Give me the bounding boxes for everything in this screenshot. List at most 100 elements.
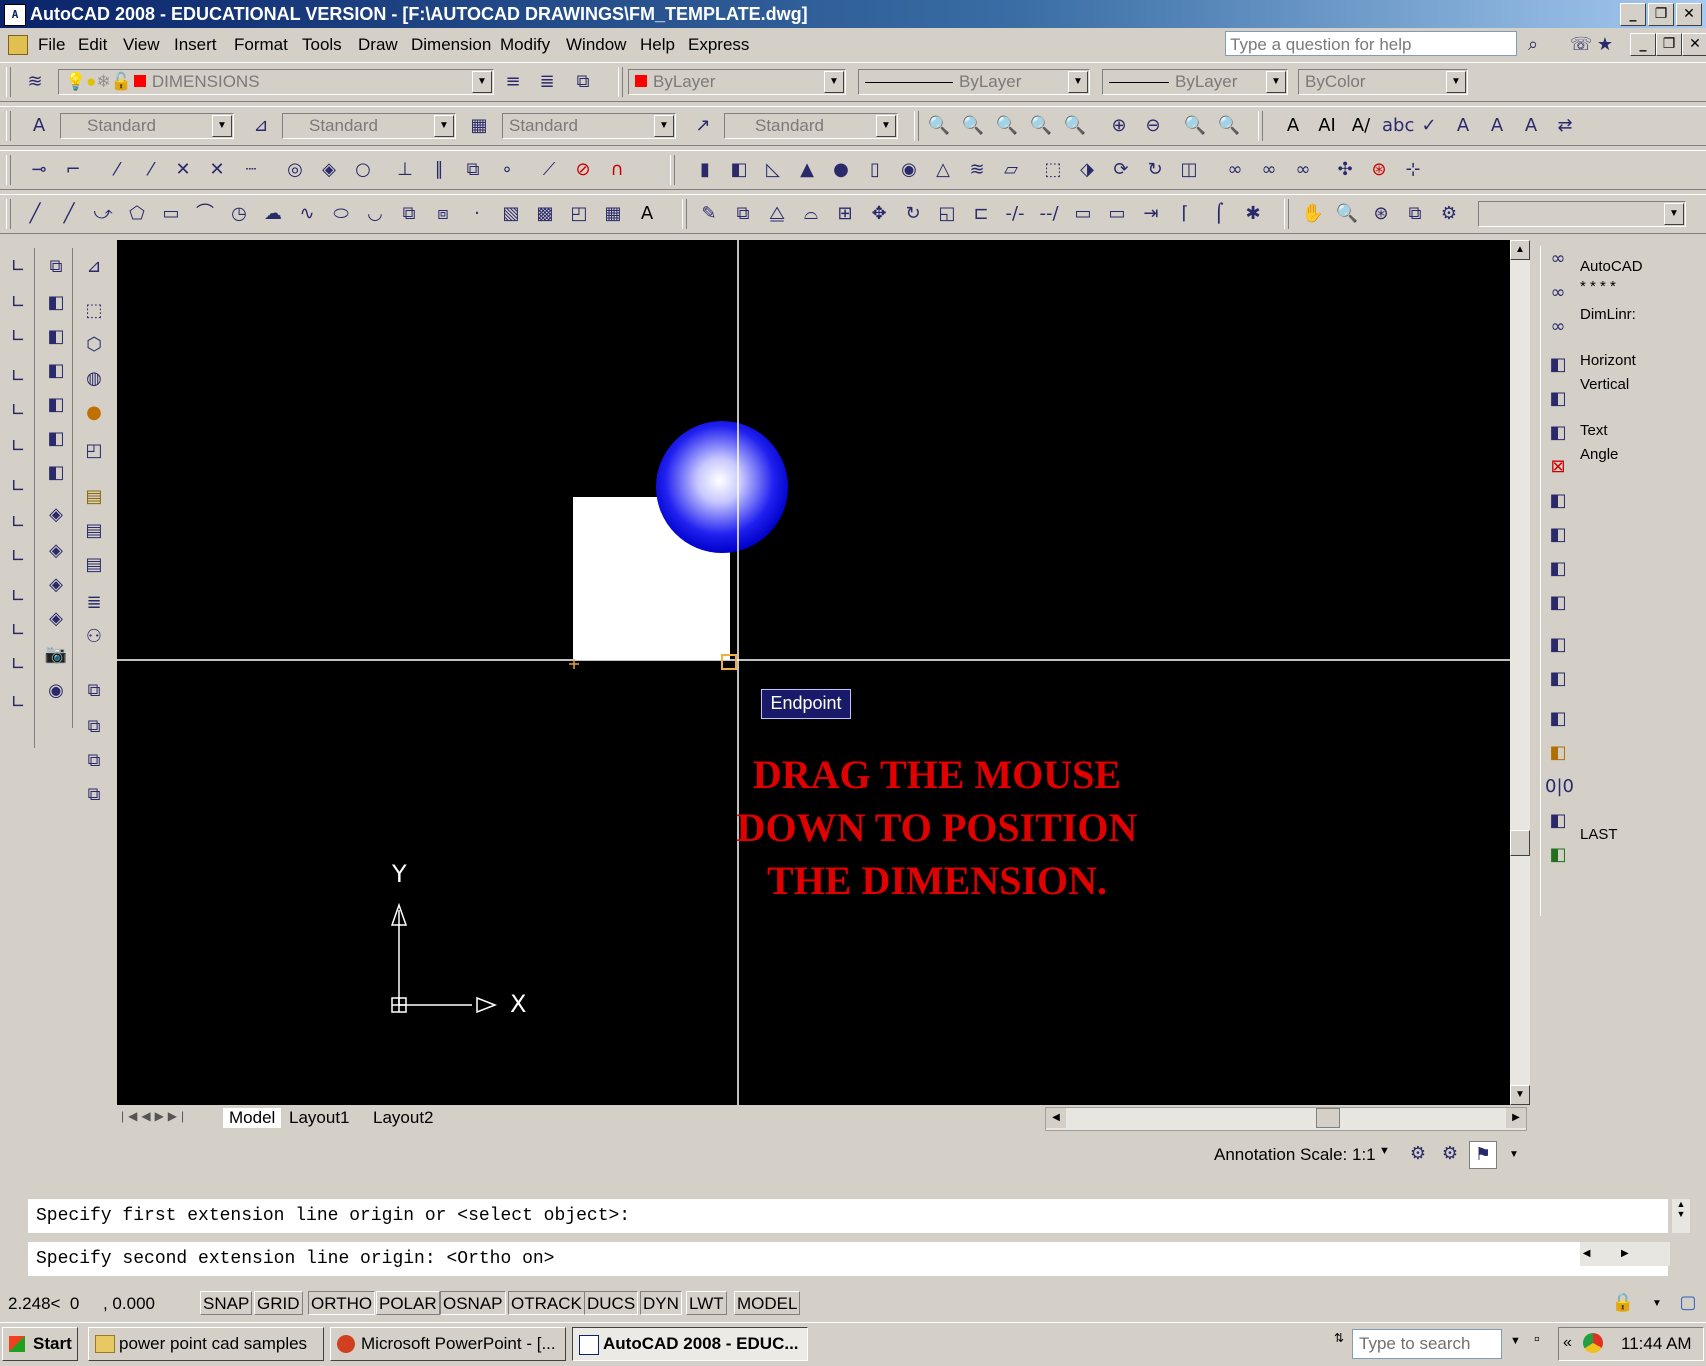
vertical-scrollbar[interactable]: ▲ ▼	[1510, 240, 1530, 1105]
find-replace-icon[interactable]: abc	[1382, 113, 1414, 139]
communication-icon[interactable]: ☏	[1568, 32, 1594, 58]
toolbar-arrows-icon[interactable]: ⇅	[1328, 1331, 1350, 1359]
chevron-down-icon[interactable]: ▼	[1664, 203, 1684, 225]
color-combo[interactable]: ByLayer ▼	[628, 69, 846, 95]
chrome-icon[interactable]	[1583, 1333, 1603, 1353]
hscroll-thumb[interactable]	[1316, 1108, 1340, 1128]
lineweight-combo[interactable]: ByLayer ▼	[1102, 69, 1288, 95]
search-icon[interactable]: ⌕	[1520, 32, 1546, 58]
screen-menu-horizontal[interactable]: Horizont	[1580, 352, 1636, 369]
screen-menu-last[interactable]: LAST	[1580, 826, 1618, 843]
copy-icon[interactable]: ⧉	[730, 201, 756, 227]
union-icon[interactable]: ∞	[1545, 246, 1571, 272]
multileader-style-icon[interactable]: ↗	[690, 113, 716, 139]
y-rotate-ucs-icon[interactable]: ∟	[5, 618, 31, 644]
color-faces-icon[interactable]: ◧	[1545, 590, 1571, 616]
zoom-extents-icon[interactable]: 🔍	[1216, 113, 1242, 139]
horizontal-scrollbar[interactable]: ◀ ▶	[1045, 1107, 1527, 1131]
menu-tools[interactable]: Tools	[302, 35, 342, 55]
fillet-icon[interactable]: ⌠	[1206, 201, 1232, 227]
osnap-settings-icon[interactable]: ∩	[604, 157, 630, 183]
layer-combo[interactable]: 💡●❄🔓 DIMENSIONS ▼	[58, 69, 494, 95]
snap-insert-icon[interactable]: ⧉	[460, 157, 486, 183]
ucs-previous-icon[interactable]: ∟	[5, 324, 31, 350]
command-hscroll[interactable]: ◀ ▶	[1580, 1242, 1670, 1266]
help-search-input[interactable]: Type a question for help	[1225, 31, 1517, 56]
tab-model[interactable]: Model	[223, 1108, 282, 1128]
favorites-icon[interactable]: ★	[1592, 32, 1618, 58]
scale-icon[interactable]: ◱	[934, 201, 960, 227]
object-ucs-icon[interactable]: ∟	[5, 398, 31, 424]
polyline-icon[interactable]: ⤻	[90, 201, 116, 227]
sweep-icon[interactable]: ⟳	[1108, 157, 1134, 183]
copy-edges-icon[interactable]: ◧	[1545, 808, 1571, 834]
check-icon[interactable]: 0|0	[1545, 774, 1574, 800]
trim-icon[interactable]: -/-	[1002, 201, 1028, 227]
chevron-down-icon[interactable]: ▼	[434, 115, 454, 137]
torus-icon[interactable]: ◉	[896, 157, 922, 183]
annotation-visibility-icon[interactable]: ⚙	[1405, 1141, 1431, 1167]
auto-add-scale-icon[interactable]: ⚙	[1437, 1141, 1463, 1167]
layer-manager-icon[interactable]: ≋	[22, 69, 48, 95]
lwt-toggle[interactable]: LWT	[686, 1291, 727, 1315]
chevron-down-icon[interactable]: ▼	[472, 71, 492, 93]
chevron-down-icon[interactable]: ▼	[212, 115, 232, 137]
table-style-icon[interactable]: ▦	[466, 113, 492, 139]
toolbar-lock-icon[interactable]: ⚑	[1469, 1141, 1497, 1169]
chevron-down-icon[interactable]: ▼	[654, 115, 674, 137]
point-icon[interactable]: ·	[464, 201, 490, 227]
chevron-down-icon[interactable]: ▼	[824, 71, 844, 93]
hatch-icon[interactable]: ▧	[498, 201, 524, 227]
layer-walk-icon[interactable]: ⧉	[81, 678, 107, 704]
chevron-down-icon[interactable]: ▼	[1068, 71, 1088, 93]
screen-menu-vertical[interactable]: Vertical	[1580, 376, 1629, 393]
shell-icon[interactable]: ◧	[1545, 740, 1571, 766]
pyramid-icon[interactable]: △	[930, 157, 956, 183]
presspull-icon[interactable]: ⬗	[1074, 157, 1100, 183]
properties-icon[interactable]: ⚙	[1436, 201, 1462, 227]
snap-toggle[interactable]: SNAP	[200, 1291, 253, 1315]
imprint-icon[interactable]: ◧	[1545, 632, 1571, 658]
offset-icon[interactable]: ⌓	[798, 201, 824, 227]
cylinder-icon[interactable]: ▯	[862, 157, 888, 183]
zoom-dynamic-icon[interactable]: 🔍	[994, 113, 1020, 139]
back-view-icon[interactable]: ◧	[43, 460, 69, 486]
move-icon[interactable]: ✥	[866, 201, 892, 227]
temporary-track-icon[interactable]: ⊸	[26, 157, 52, 183]
taskbar-search-input[interactable]: Type to search	[1352, 1329, 1502, 1359]
ellipse-icon[interactable]: ⬭	[328, 201, 354, 227]
chevron-down-icon[interactable]: ▼	[876, 115, 896, 137]
text-style-icon[interactable]: A	[26, 113, 52, 139]
chevron-down-icon[interactable]: ▼	[1266, 71, 1286, 93]
dimension-style-icon[interactable]: ⊿	[248, 113, 274, 139]
3d-hidden-icon[interactable]: ⬡	[81, 332, 107, 358]
ne-iso-icon[interactable]: ◈	[43, 572, 69, 598]
top-view-icon[interactable]: ◧	[43, 290, 69, 316]
zoom-in-icon[interactable]: ⊕	[1106, 113, 1132, 139]
otrack-toggle[interactable]: OTRACK	[508, 1291, 585, 1315]
snap-none-icon[interactable]: ⊘	[570, 157, 596, 183]
justify-text-icon[interactable]: A	[1518, 113, 1544, 139]
materials-icon[interactable]: ▤	[81, 552, 107, 578]
menu-format[interactable]: Format	[234, 35, 288, 55]
layer-previous-icon[interactable]: ⧉	[81, 714, 107, 740]
delete-faces-icon[interactable]: ⊠	[1545, 454, 1571, 480]
named-views-icon[interactable]: ⧉	[43, 254, 69, 280]
scroll-thumb[interactable]	[1510, 830, 1530, 856]
taskbar-item-powerpoint[interactable]: Microsoft PowerPoint - [...	[330, 1327, 566, 1361]
drawing-area[interactable]: Y X Endpoint DRAG THE MOUSE DOWN TO POSI…	[117, 240, 1510, 1105]
face-ucs-icon[interactable]: ∟	[5, 364, 31, 390]
tab-layout2[interactable]: Layout2	[373, 1108, 434, 1128]
left-view-icon[interactable]: ◧	[43, 358, 69, 384]
menu-express[interactable]: Express	[688, 35, 749, 55]
screen-menu-text[interactable]: Text	[1580, 422, 1608, 439]
doc-restore-button[interactable]: ❐	[1656, 33, 1682, 56]
doc-minimize-button[interactable]: _	[1630, 33, 1656, 56]
desktop-icon[interactable]: ▫	[1534, 1331, 1540, 1349]
x-rotate-ucs-icon[interactable]: ∟	[5, 584, 31, 610]
chevron-down-icon[interactable]: ▼	[1379, 1145, 1390, 1157]
zoom-window-icon[interactable]: 🔍	[960, 113, 986, 139]
revision-cloud-icon[interactable]: ☁	[260, 201, 286, 227]
chamfer-icon[interactable]: ⌈	[1172, 201, 1198, 227]
move-faces-icon[interactable]: ◧	[1545, 386, 1571, 412]
